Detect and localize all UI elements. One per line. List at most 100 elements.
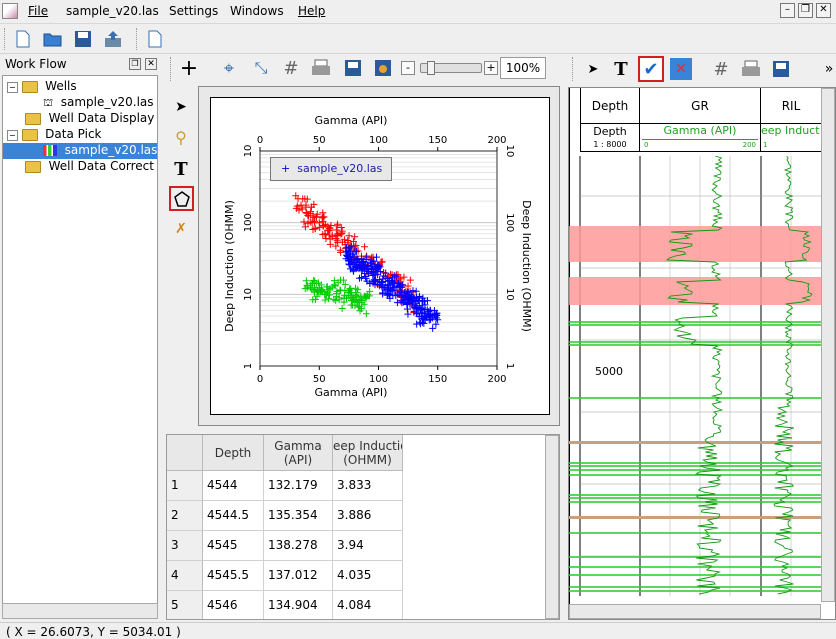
- pick-line: [569, 397, 821, 399]
- menu-windows[interactable]: Windows: [230, 4, 284, 18]
- menu-file[interactable]: File: [28, 4, 48, 18]
- text-tool-icon[interactable]: T: [170, 158, 192, 180]
- pointer-icon[interactable]: ➤: [170, 96, 192, 118]
- crossplot-toolbar: + ⌖ ⤡ # - + 100%: [164, 55, 564, 83]
- crossplot-toggle-icon[interactable]: ✕: [670, 58, 692, 80]
- scatter-point: [432, 320, 440, 328]
- table-cell-deep[interactable]: 3.886: [333, 501, 403, 531]
- save-image-icon[interactable]: [342, 57, 364, 79]
- log-print-icon[interactable]: [740, 58, 762, 80]
- scatter-point: [404, 310, 412, 318]
- table-cell-deep[interactable]: 3.833: [333, 471, 403, 501]
- log-tracks[interactable]: [569, 156, 836, 606]
- menu-help[interactable]: Help: [298, 4, 325, 18]
- table-row-header[interactable]: 1: [167, 471, 203, 501]
- pick-line: [569, 556, 821, 558]
- app-icon: [2, 3, 18, 19]
- zoom-slider[interactable]: [420, 61, 482, 75]
- save-icon[interactable]: [72, 28, 94, 50]
- tool-palette: ➤ ⚲ T ✗: [164, 90, 198, 340]
- workflow-hscroll[interactable]: [2, 603, 158, 619]
- table-cell-gamma[interactable]: 134.904: [264, 591, 333, 619]
- zoom-tool-icon[interactable]: ⤡: [250, 57, 272, 79]
- table-cell-deep[interactable]: 4.084: [333, 591, 403, 619]
- tree-item-well-data-display[interactable]: Well Data Display: [25, 111, 154, 127]
- grid-icon[interactable]: #: [280, 57, 302, 79]
- log-header-row: Depth GR RIL: [580, 88, 835, 124]
- menu-filename[interactable]: sample_v20.las: [66, 4, 159, 18]
- table-cell-depth[interactable]: 4546: [203, 591, 264, 619]
- table-cell-gamma[interactable]: 138.278: [264, 531, 333, 561]
- crosshair-icon[interactable]: +: [178, 56, 200, 81]
- table-cell-gamma[interactable]: 132.179: [264, 471, 333, 501]
- scatter-point: [345, 232, 353, 240]
- scatter-point: [334, 220, 342, 228]
- table-cell-depth[interactable]: 4544.5: [203, 501, 264, 531]
- col-header-deep[interactable]: eep Inductio (OHMM): [333, 435, 403, 471]
- pan-icon[interactable]: ⌖: [218, 57, 240, 79]
- table-cell-depth[interactable]: 4544: [203, 471, 264, 501]
- col-header-gamma[interactable]: Gamma (API): [264, 435, 333, 471]
- save-settings-icon[interactable]: [372, 57, 394, 79]
- polygon-select-icon[interactable]: [169, 186, 194, 211]
- scatter-point: [429, 324, 437, 332]
- table-row-header[interactable]: 3: [167, 531, 203, 561]
- tree-item-wells[interactable]: − Wells: [7, 79, 77, 95]
- tree-item-well-data-correct[interactable]: Well Data Correct: [25, 159, 154, 175]
- close-icon[interactable]: ✕: [816, 3, 831, 18]
- table-row-header[interactable]: 2: [167, 501, 203, 531]
- x-tick-label: 50: [313, 374, 326, 385]
- log-pointer-icon[interactable]: ➤: [582, 58, 604, 80]
- log-text-icon[interactable]: T: [610, 58, 632, 80]
- zoom-minus-button[interactable]: -: [401, 61, 415, 75]
- tree-item-pick-file[interactable]: sample_v20.las: [3, 143, 157, 159]
- table-cell-gamma[interactable]: 135.354: [264, 501, 333, 531]
- scatter-point: [320, 213, 328, 221]
- clear-selection-icon[interactable]: ✗: [170, 218, 192, 240]
- zoom-plus-button[interactable]: +: [484, 61, 498, 75]
- page-icon[interactable]: [144, 28, 166, 50]
- scatter-point: [338, 305, 346, 313]
- workflow-panel: Work Flow ❐ ✕ − Wells ⛫ sample_v20.las W…: [0, 55, 160, 621]
- legend-box: + sample_v20.las: [270, 157, 392, 181]
- table-cell-depth[interactable]: 4545: [203, 531, 264, 561]
- y-tick-label: 10: [504, 288, 515, 301]
- new-file-icon[interactable]: [12, 28, 34, 50]
- x-tick-label: 100: [369, 374, 388, 385]
- x-tick-label: 150: [428, 374, 447, 385]
- table-cell-deep[interactable]: 3.94: [333, 531, 403, 561]
- export-icon[interactable]: [102, 28, 124, 50]
- main-toolbar: [0, 24, 836, 54]
- print-icon[interactable]: [310, 57, 332, 79]
- scatter-point: [325, 231, 333, 239]
- minimize-icon[interactable]: –: [780, 3, 795, 18]
- more-chevron-icon[interactable]: »: [818, 58, 836, 80]
- depth-header: Depth: [580, 88, 640, 124]
- log-hscroll[interactable]: [569, 604, 821, 619]
- crossplot-canvas[interactable]: Gamma (API) Gamma (API) Deep Induction (…: [210, 97, 550, 415]
- check-icon[interactable]: ✔: [638, 56, 664, 82]
- table-cell-gamma[interactable]: 137.012: [264, 561, 333, 591]
- panel-float-icon[interactable]: ❐: [129, 58, 141, 70]
- menu-settings[interactable]: Settings: [169, 4, 218, 18]
- col-header-depth[interactable]: Depth: [203, 435, 264, 471]
- log-vscroll[interactable]: [821, 88, 835, 602]
- magnifier-icon[interactable]: ⚲: [170, 126, 192, 148]
- table-row-header[interactable]: 5: [167, 591, 203, 619]
- panel-close-icon[interactable]: ✕: [145, 58, 157, 70]
- restore-icon[interactable]: ❐: [798, 3, 813, 18]
- table-vscroll[interactable]: [545, 435, 559, 619]
- scatter-point: [319, 209, 327, 217]
- status-coordinates: ( X = 26.6073, Y = 5034.01 ): [6, 625, 181, 639]
- crossplot-svg[interactable]: Gamma (API) Gamma (API) Deep Induction (…: [211, 98, 551, 416]
- table-row-header[interactable]: 4: [167, 561, 203, 591]
- zoom-value-field[interactable]: 100%: [500, 57, 546, 79]
- open-folder-icon[interactable]: [42, 28, 64, 50]
- log-save-icon[interactable]: [770, 58, 792, 80]
- pick-line: [569, 462, 821, 464]
- log-grid-icon[interactable]: #: [710, 58, 732, 80]
- tree-item-well-file[interactable]: ⛫ sample_v20.las: [43, 95, 154, 111]
- table-cell-deep[interactable]: 4.035: [333, 561, 403, 591]
- tree-item-data-pick[interactable]: − Data Pick: [7, 127, 102, 143]
- table-cell-depth[interactable]: 4545.5: [203, 561, 264, 591]
